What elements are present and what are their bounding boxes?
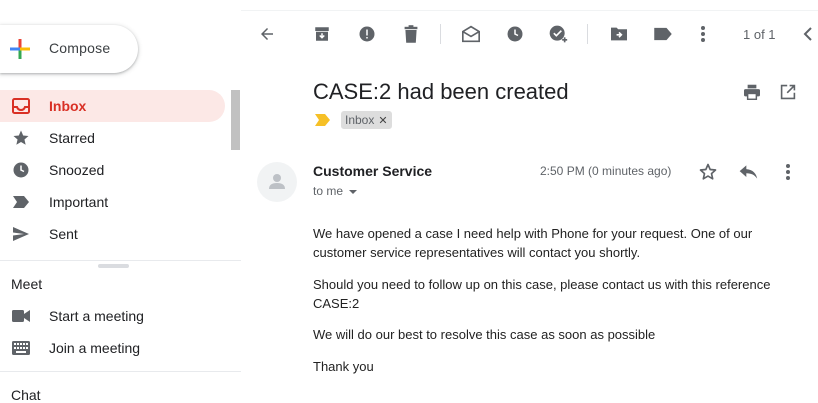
toolbar-separator [587, 24, 588, 44]
reply-button[interactable] [737, 161, 759, 183]
toolbar-top-border [241, 10, 818, 11]
chevron-down-icon [349, 189, 358, 194]
sidebar-item-inbox[interactable]: Inbox [0, 90, 225, 122]
compose-plus-icon [10, 39, 30, 59]
remove-label-icon[interactable]: ✕ [378, 114, 387, 127]
email-subject: CASE:2 had been created [313, 79, 569, 104]
sidebar-nav: Inbox Starred Snoozed Important Sent [0, 90, 225, 260]
arrow-back-icon [261, 28, 273, 40]
clock-icon [507, 26, 523, 42]
message-paragraph: We will do our best to resolve this case… [313, 327, 656, 342]
trash-icon [404, 25, 418, 43]
compose-label: Compose [49, 40, 111, 56]
chat-section-title: Chat [11, 387, 41, 403]
meet-section-title: Meet [11, 276, 43, 292]
sidebar-divider [0, 371, 241, 372]
recipient-text: to me [313, 184, 344, 198]
print-icon [744, 84, 760, 100]
sidebar-item-label: Important [49, 194, 109, 210]
labels-button[interactable] [651, 22, 675, 46]
message-paragraph: Should you need to follow up on this cas… [313, 277, 771, 311]
print-all-button[interactable] [741, 81, 763, 103]
star-message-button[interactable] [697, 161, 719, 183]
important-icon [11, 193, 31, 211]
archive-button[interactable] [310, 22, 334, 46]
archive-icon [315, 27, 329, 41]
pagination-text: 1 of 1 [743, 27, 776, 42]
reply-icon [739, 165, 758, 179]
back-button[interactable] [255, 22, 279, 46]
inbox-icon [11, 97, 31, 115]
move-to-button[interactable] [607, 22, 631, 46]
add-to-tasks-button[interactable] [546, 22, 570, 46]
sidebar-item-label: Snoozed [49, 162, 105, 178]
message-paragraph: We have opened a case I need help with P… [313, 226, 753, 260]
star-outline-icon [699, 163, 717, 180]
sidebar: Compose Inbox Starred Snoozed Important [0, 0, 241, 403]
keyboard-icon [11, 339, 31, 357]
start-meeting-button[interactable]: Start a meeting [0, 300, 241, 332]
mark-unread-icon [462, 25, 480, 43]
mark-unread-button[interactable] [459, 22, 483, 46]
message-more-button[interactable] [777, 161, 799, 183]
clock-icon [11, 161, 31, 179]
report-spam-button[interactable] [355, 22, 379, 46]
compose-button[interactable]: Compose [0, 25, 138, 73]
report-spam-icon [359, 26, 375, 42]
start-meeting-label: Start a meeting [49, 308, 144, 324]
newer-button[interactable] [796, 22, 818, 46]
sender-avatar[interactable] [257, 162, 297, 202]
sidebar-scrollbar[interactable] [231, 90, 240, 150]
more-vert-icon [701, 26, 705, 42]
video-camera-icon [11, 307, 31, 325]
sidebar-item-label: Sent [49, 226, 78, 242]
chevron-left-icon [803, 27, 812, 41]
sender-name[interactable]: Customer Service [313, 163, 432, 179]
person-icon [269, 174, 285, 189]
join-meeting-label: Join a meeting [49, 340, 141, 356]
open-in-new-icon [780, 84, 796, 100]
open-new-window-button[interactable] [777, 81, 799, 103]
toolbar-separator [440, 24, 441, 44]
sidebar-item-important[interactable]: Important [0, 186, 225, 218]
sidebar-item-label: Inbox [49, 98, 87, 114]
importance-marker-icon[interactable] [315, 113, 331, 127]
sidebar-item-label: Starred [49, 130, 95, 146]
delete-button[interactable] [399, 22, 423, 46]
message-toolbar: 1 of 1 [241, 0, 818, 68]
move-folder-icon [611, 27, 627, 41]
sidebar-item-starred[interactable]: Starred [0, 122, 225, 154]
sidebar-item-sent[interactable]: Sent [0, 218, 225, 250]
join-meeting-button[interactable]: Join a meeting [0, 332, 241, 364]
more-options-button[interactable] [691, 22, 715, 46]
recipient-details[interactable]: to me [313, 184, 358, 198]
message-paragraph: Thank you [313, 359, 374, 374]
star-icon [11, 129, 31, 147]
send-icon [11, 225, 31, 243]
snooze-button[interactable] [503, 22, 527, 46]
inbox-label-chip: Inbox ✕ [341, 111, 392, 129]
sidebar-item-snoozed[interactable]: Snoozed [0, 154, 225, 186]
resize-handle[interactable] [98, 264, 129, 268]
more-vert-icon [786, 164, 790, 180]
message-timestamp: 2:50 PM (0 minutes ago) [540, 164, 672, 178]
add-task-icon [549, 25, 568, 43]
label-chip-text: Inbox [345, 113, 375, 127]
label-icon [654, 27, 672, 41]
sidebar-divider [0, 260, 241, 261]
